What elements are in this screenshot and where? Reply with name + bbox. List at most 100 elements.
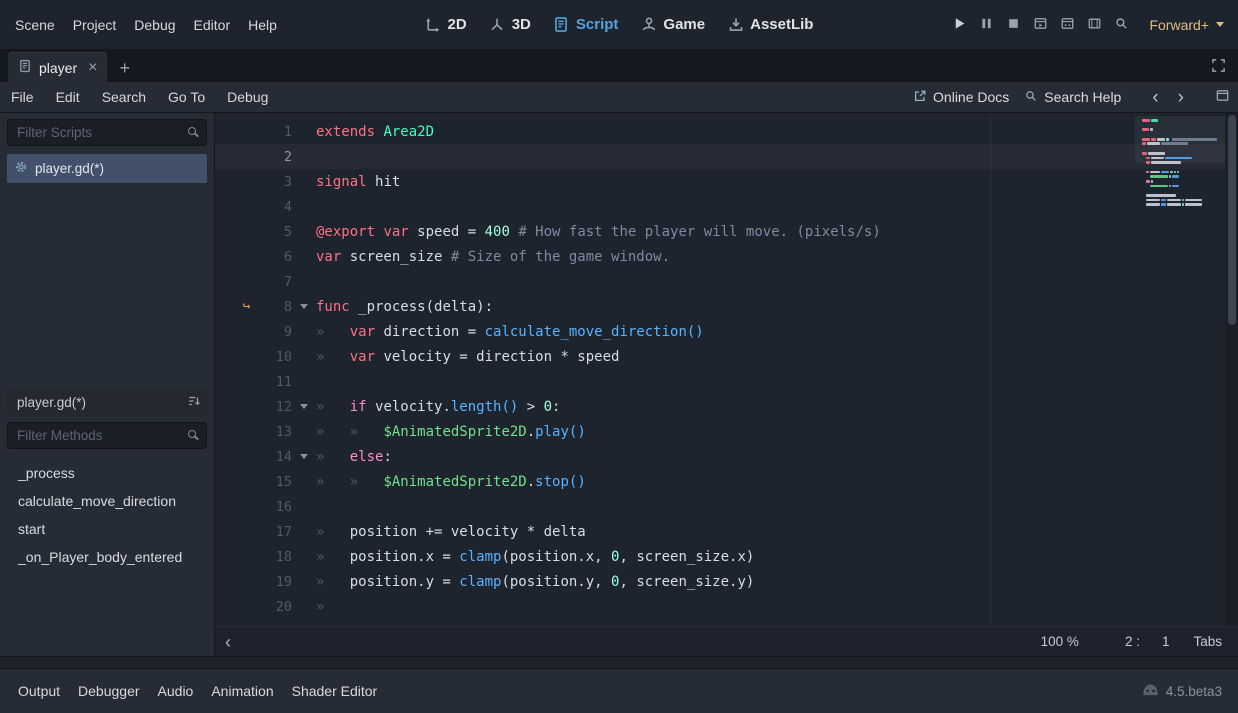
code-line-3[interactable]: 3signal hit (215, 169, 1238, 194)
workspace-game-button[interactable]: Game (640, 16, 705, 33)
override-arrow-icon[interactable]: ↪ (233, 299, 260, 314)
menu-goto[interactable]: Go To (157, 89, 216, 105)
method-item-process[interactable]: _process (10, 459, 207, 487)
menu-debug-sub[interactable]: Debug (216, 89, 279, 105)
pause-button[interactable] (979, 16, 994, 34)
workspace-script-button[interactable]: Script (553, 16, 619, 33)
minimap[interactable] (1140, 118, 1224, 212)
code-line-6[interactable]: 6var screen_size # Size of the game wind… (215, 244, 1238, 269)
method-item-calculate-move-direction[interactable]: calculate_move_direction (10, 487, 207, 515)
editor-scrollbar[interactable] (1225, 113, 1238, 626)
menu-help[interactable]: Help (239, 11, 286, 39)
code-line-2[interactable]: 2 (215, 144, 1238, 169)
movie-maker-button[interactable] (1087, 16, 1102, 34)
tab-player[interactable]: player × (8, 52, 107, 82)
caret-column: 1 (1162, 634, 1170, 649)
fold-arrow-icon[interactable] (292, 454, 316, 459)
code-line-15[interactable]: 15» » $AnimatedSprite2D.stop() (215, 469, 1238, 494)
method-item-on-player-body-entered[interactable]: _on_Player_body_entered (10, 543, 207, 571)
workspace-3d-button[interactable]: 3D (489, 16, 531, 33)
code-line-9[interactable]: 9» var direction = calculate_move_direct… (215, 319, 1238, 344)
renderer-label: Forward+ (1149, 17, 1209, 33)
zoom-level[interactable]: 100 % (1041, 634, 1079, 649)
minimap-line (1140, 207, 1224, 212)
code-text: » position.x = clamp(position.x, 0, scre… (316, 549, 754, 565)
method-item-start[interactable]: start (10, 515, 207, 543)
play-custom-scene-button[interactable] (1060, 16, 1075, 34)
new-tab-button[interactable]: + (119, 59, 130, 77)
play-scene-button[interactable] (1033, 16, 1048, 34)
indent-type-dropdown[interactable]: Tabs (1193, 634, 1222, 649)
code-line-18[interactable]: 18» position.x = clamp(position.x, 0, sc… (215, 544, 1238, 569)
search-help-button[interactable]: Search Help (1024, 89, 1121, 106)
workspace-2d-label: 2D (448, 16, 467, 33)
menu-file[interactable]: File (0, 89, 45, 105)
online-docs-button[interactable]: Online Docs (913, 89, 1009, 106)
bottom-tab-debugger[interactable]: Debugger (78, 683, 140, 699)
line-number: 16 (260, 499, 292, 515)
script-item-player[interactable]: player.gd(*) (7, 154, 207, 183)
menu-edit[interactable]: Edit (45, 89, 91, 105)
code-line-5[interactable]: 5@export var speed = 400 # How fast the … (215, 219, 1238, 244)
joystick-icon (640, 16, 657, 33)
version-area: 4.5.beta3 (1142, 683, 1222, 700)
filter-scripts-input[interactable] (7, 119, 207, 146)
history-back-icon[interactable]: ‹ (1150, 88, 1160, 107)
code-line-13[interactable]: 13» » $AnimatedSprite2D.play() (215, 419, 1238, 444)
toggle-scripts-panel-icon[interactable]: ‹ (225, 633, 231, 651)
code-line-10[interactable]: 10» var velocity = direction * speed (215, 344, 1238, 369)
menu-editor[interactable]: Editor (185, 11, 240, 39)
code-line-12[interactable]: 12» if velocity.length() > 0: (215, 394, 1238, 419)
scrollbar-thumb[interactable] (1228, 115, 1236, 325)
line-number: 12 (260, 399, 292, 415)
distraction-free-icon[interactable] (1211, 58, 1226, 76)
code-line-17[interactable]: 17» position += velocity * delta (215, 519, 1238, 544)
script-item-label: player.gd(*) (35, 161, 104, 176)
main-menus: Scene Project Debug Editor Help (6, 11, 286, 39)
workspace-assetlib-button[interactable]: AssetLib (727, 16, 813, 33)
fold-arrow-icon[interactable] (292, 304, 316, 309)
menu-search[interactable]: Search (91, 89, 157, 105)
code-line-14[interactable]: 14» else: (215, 444, 1238, 469)
menu-scene[interactable]: Scene (6, 11, 64, 39)
stop-button[interactable] (1006, 16, 1021, 34)
code-text: » position.y = clamp(position.y, 0, scre… (316, 574, 754, 590)
play-custom-scene-icon (1060, 16, 1075, 34)
line-number: 8 (260, 299, 292, 315)
magnifier-icon (1114, 16, 1129, 34)
bottom-tab-shader-editor[interactable]: Shader Editor (292, 683, 378, 699)
sort-methods-icon[interactable] (187, 394, 201, 411)
code-lines: 1extends Area2D23signal hit45@export var… (215, 119, 1238, 619)
bottom-tab-output[interactable]: Output (18, 683, 60, 699)
2d-icon (425, 16, 442, 33)
bottom-tab-audio[interactable]: Audio (158, 683, 194, 699)
menu-debug[interactable]: Debug (125, 11, 184, 39)
search-help-label: Search Help (1044, 89, 1121, 105)
menubar: Scene Project Debug Editor Help 2D 3D Sc… (0, 0, 1238, 50)
game-options-button[interactable] (1114, 16, 1129, 34)
close-tab-icon[interactable]: × (88, 60, 97, 76)
code-line-20[interactable]: 20» (215, 594, 1238, 619)
make-floating-icon[interactable] (1215, 88, 1230, 106)
fold-arrow-icon[interactable] (292, 404, 316, 409)
code-line-1[interactable]: 1extends Area2D (215, 119, 1238, 144)
history-forward-icon[interactable]: › (1176, 88, 1186, 107)
menu-project[interactable]: Project (64, 11, 126, 39)
current-script-row: player.gd(*) (7, 388, 207, 416)
scripts-panel: player.gd(*) player.gd(*) _process calcu… (0, 113, 215, 656)
code-editor[interactable]: 1extends Area2D23signal hit45@export var… (215, 113, 1238, 626)
bottom-tab-animation[interactable]: Animation (211, 683, 273, 699)
play-button[interactable] (952, 16, 967, 34)
renderer-dropdown[interactable]: Forward+ (1149, 17, 1224, 33)
code-line-16[interactable]: 16 (215, 494, 1238, 519)
code-line-11[interactable]: 11 (215, 369, 1238, 394)
code-line-4[interactable]: 4 (215, 194, 1238, 219)
code-line-8[interactable]: ↪8func _process(delta): (215, 294, 1238, 319)
code-text: » var velocity = direction * speed (316, 349, 619, 365)
workspace-2d-button[interactable]: 2D (425, 16, 467, 33)
script-toolbar: File Edit Search Go To Debug Online Docs… (0, 82, 1238, 113)
code-line-19[interactable]: 19» position.y = clamp(position.y, 0, sc… (215, 569, 1238, 594)
filter-methods-input[interactable] (7, 422, 207, 449)
code-line-7[interactable]: 7 (215, 269, 1238, 294)
chevron-down-icon (1216, 22, 1224, 27)
